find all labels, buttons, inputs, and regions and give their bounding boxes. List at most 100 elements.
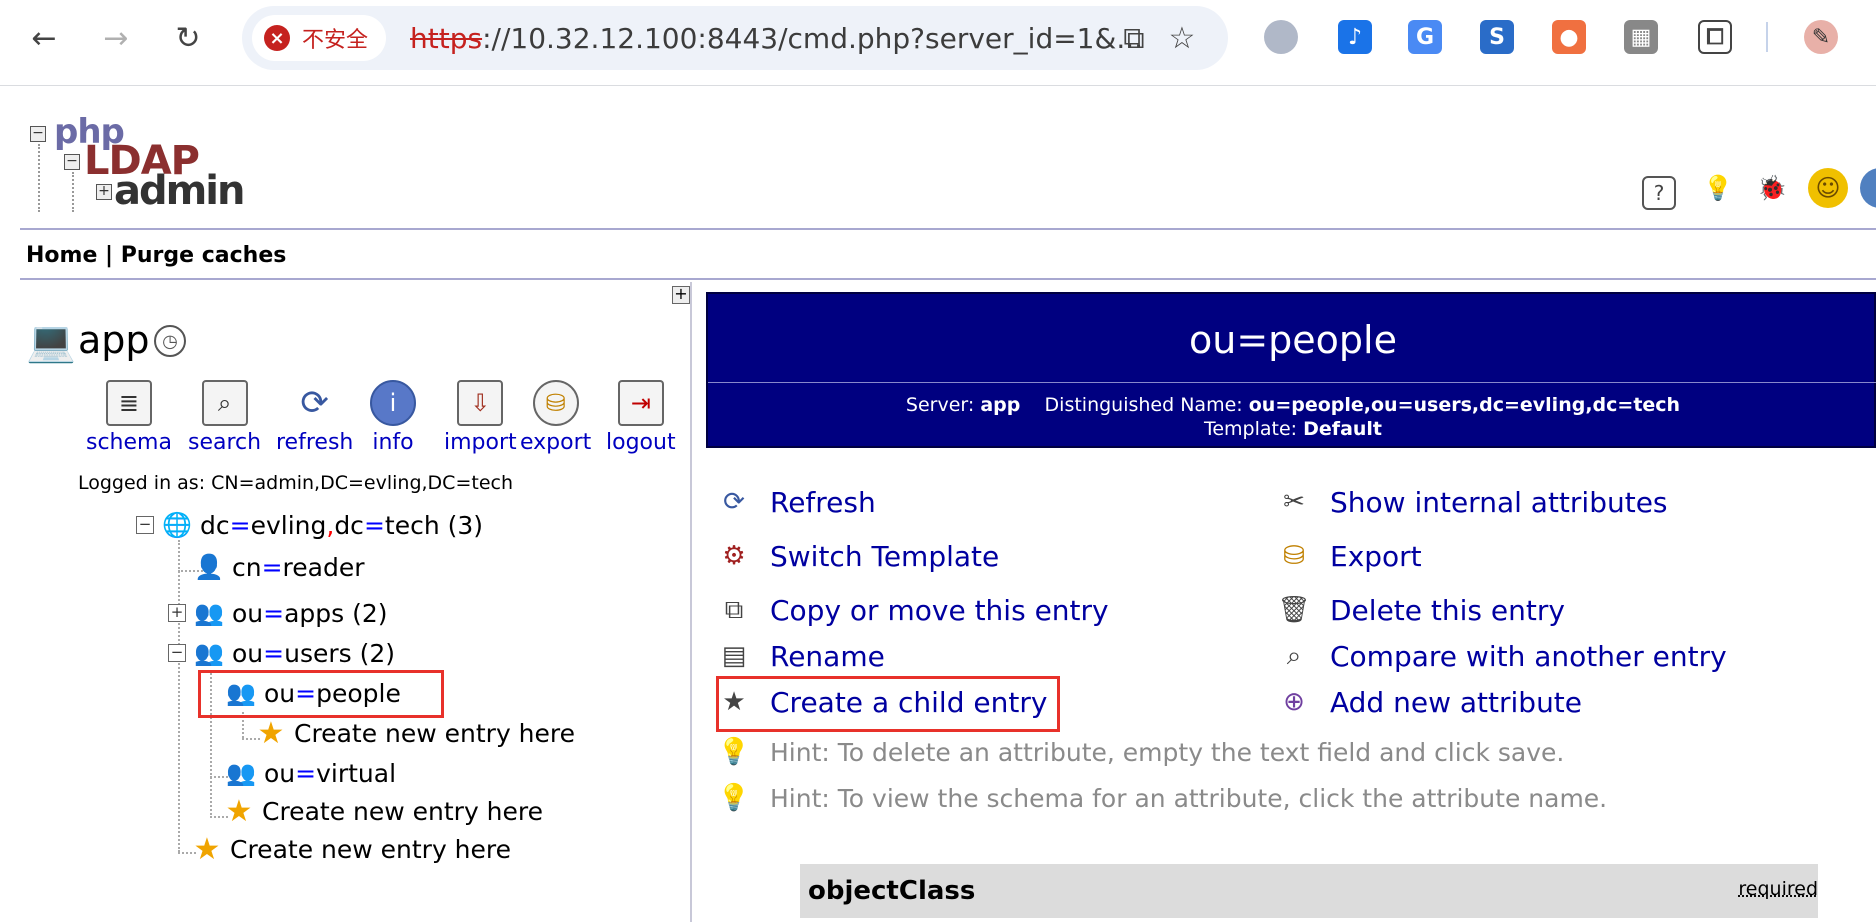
logo-tree-line [72,172,74,212]
tree-item-label: ou=users (2) [232,638,396,668]
import-tool[interactable]: ⇩ import [444,380,517,455]
security-label: 不安全 [302,28,369,53]
header-divider [20,228,1876,230]
tree-create-under-users[interactable]: ★ Create new entry here [224,793,544,829]
add-attribute-action[interactable]: ⊕ Add new attribute [1276,684,1582,720]
create-entry-label: Create new entry here [230,834,512,864]
logo-minus-box-icon: − [64,154,80,170]
refresh-icon: ⟳ [300,383,329,423]
star-icon: ★ [225,793,253,829]
extension-circle-icon[interactable] [1264,20,1298,54]
lightbulb-icon[interactable]: 💡 [1698,168,1738,208]
security-chip[interactable]: × 不安全 [252,15,387,61]
copy-icon: ⧉ [724,594,744,625]
group-icon: 👥 [226,759,256,787]
url-scheme: https [410,22,483,55]
donate-icon[interactable] [1860,168,1876,208]
profile-avatar-icon[interactable]: ✎ [1804,20,1838,54]
star-icon: ★ [257,715,285,751]
translate-icon[interactable]: ⧉ [1116,20,1152,56]
tree-create-under-root[interactable]: ★ Create new entry here [192,831,512,867]
switch-template-action[interactable]: ⚙ Switch Template [716,538,999,574]
create-child-action[interactable]: ★ Create a child entry [716,684,1047,720]
address-bar[interactable]: × 不安全 https://10.32.12.100:8443/cmd.php?… [242,6,1228,70]
schema-icon: ≣ [105,380,152,426]
tree-item-label: ou=apps (2) [232,598,388,628]
refresh-action[interactable]: ⟳ Refresh [716,484,876,520]
tree-item-label: ou=people [264,678,401,708]
add-attribute-icon: ⊕ [1283,687,1305,717]
back-arrow-icon[interactable]: ← [24,18,64,58]
group-icon: 👥 [226,679,256,707]
tree-item-label: ou=virtual [264,758,397,788]
lightbulb-icon: 💡 [717,737,751,767]
tree-create-under-people[interactable]: ★ Create new entry here [256,715,576,751]
logo-admin: admin [114,168,245,214]
tree-item-ou-virtual[interactable]: 👥 ou=virtual [226,758,396,788]
export-action[interactable]: ⛁ Export [1276,538,1422,574]
bug-icon[interactable]: 🐞 [1752,168,1792,208]
group-icon: 👥 [194,639,224,667]
tree-item-cn-reader[interactable]: 👤 cn=reader [194,552,365,582]
expand-box-icon[interactable]: + [168,604,186,622]
logged-in-text: Logged in as: CN=admin,DC=evling,DC=tech [78,472,513,494]
trash-icon: 🗑 [1277,595,1311,625]
export-tool[interactable]: ⛁ export [520,380,591,455]
server-computer-icon: 💻 [26,319,76,365]
extension-orange-icon[interactable]: ● [1552,20,1586,54]
extensions-puzzle-icon[interactable]: ⧠ [1698,20,1732,54]
home-link[interactable]: Home [26,243,97,268]
forward-arrow-icon[interactable]: → [96,18,136,58]
browser-toolbar: ← → ↻ × 不安全 https://10.32.12.100:8443/cm… [0,0,1876,86]
url-rest: ://10.32.12.100:8443/cmd.php?server_id=1… [482,22,1144,55]
info-tool[interactable]: i info [370,380,416,455]
refresh-label: refresh [276,430,354,455]
tools-icon: ✂ [1283,487,1305,517]
extension-s-icon[interactable]: S [1480,20,1514,54]
export-label: export [520,430,592,455]
extension-grid-icon[interactable]: ▦ [1624,20,1658,54]
entry-meta-server-dn: Server: app Distinguished Name: ou=peopl… [905,394,1681,416]
warning-icon: × [264,25,290,51]
extension-music-icon[interactable]: ♪ [1338,20,1372,54]
compare-entry-action[interactable]: ⌕ Compare with another entry [1276,638,1727,674]
expand-panel-icon[interactable]: + [672,286,690,304]
url-text[interactable]: https://10.32.12.100:8443/cmd.php?server… [410,22,1340,55]
objectclass-label[interactable]: objectClass [808,876,975,906]
hint-delete-attribute: 💡 Hint: To delete an attribute, empty th… [716,734,1565,770]
extension-translate-icon[interactable]: G [1408,20,1442,54]
tree-item-ou-users[interactable]: − 👥 ou=users (2) [168,638,395,668]
help-icon[interactable]: ? [1642,176,1676,210]
search-label: search [188,430,262,455]
lightbulb-icon: 💡 [717,783,751,813]
search-tool[interactable]: ⌕ search [188,380,261,455]
logout-tool[interactable]: ⇥ logout [606,380,676,455]
smiley-icon[interactable]: ☺ [1808,168,1848,208]
copy-move-action[interactable]: ⧉ Copy or move this entry [716,592,1109,628]
compare-icon: ⌕ [1286,640,1302,671]
reload-icon[interactable]: ↻ [168,18,208,58]
star-icon: ★ [193,831,221,867]
tree-root-dc-evling[interactable]: − 🌐 dc=evling,dc=tech (3) [136,510,483,540]
logo-minus-box-icon: − [30,126,46,142]
create-entry-label: Create new entry here [262,796,544,826]
delete-entry-action[interactable]: 🗑 Delete this entry [1276,592,1564,628]
tree-item-label: cn=reader [232,552,365,582]
tree-root-label: dc=evling,dc=tech (3) [200,510,484,540]
schema-tool[interactable]: ≣ schema [86,380,172,455]
export-icon: ⛁ [1283,541,1305,571]
rename-action[interactable]: ▤ Rename [716,638,885,674]
create-entry-label: Create new entry here [294,718,576,748]
menu-divider [20,278,1876,280]
star-icon[interactable]: ☆ [1164,20,1200,56]
show-internal-attributes-action[interactable]: ✂ Show internal attributes [1276,484,1667,520]
objectclass-attribute-header: objectClass required [800,864,1818,918]
collapse-box-icon[interactable]: − [136,516,154,534]
collapse-box-icon[interactable]: − [168,644,186,662]
refresh-tool[interactable]: ⟳ refresh [276,380,353,455]
tree-item-ou-apps[interactable]: + 👥 ou=apps (2) [168,598,388,628]
tree-item-ou-people[interactable]: 👥 ou=people [226,678,401,708]
purge-caches-link[interactable]: Purge caches [121,243,287,268]
top-menu: Home | Purge caches [26,243,286,268]
group-icon: 👥 [194,599,224,627]
